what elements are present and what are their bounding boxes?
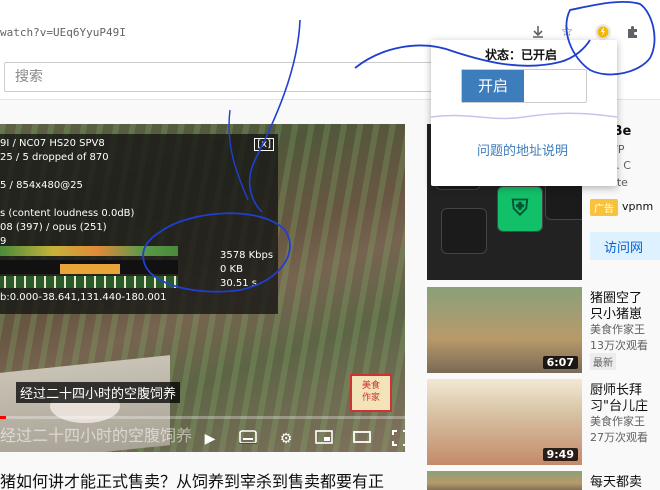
ad-badge: 广告 bbox=[590, 199, 618, 216]
stats-line: 08 (397) / opus (251) bbox=[0, 222, 107, 233]
progress-bar[interactable] bbox=[0, 416, 405, 419]
browser-window: watch?v=UEq6YyuP49I ☆ 搜索 9I / NC07 HS20 … bbox=[0, 0, 660, 490]
buffer-health: 30.51 s bbox=[220, 278, 258, 289]
stats-close-button[interactable]: [x] bbox=[254, 138, 274, 151]
divider-wave bbox=[431, 112, 617, 120]
rec-thumbnail[interactable]: 6:07 bbox=[427, 287, 582, 373]
stats-for-nerds-panel: 9I / NC07 HS20 SPV8 25 / 5 dropped of 87… bbox=[0, 134, 278, 314]
video-title: 猪如何讲才能正式售卖？从饲养到宰杀到售卖都要有正 bbox=[0, 472, 385, 490]
ad-visit-button[interactable]: 访问网 bbox=[590, 232, 660, 260]
ad-url[interactable]: vpnm bbox=[622, 200, 653, 213]
video-watermark-caption: 经过二十四小时的空腹饲养 bbox=[0, 426, 193, 445]
rec-title[interactable]: 每天都卖 bbox=[590, 471, 642, 490]
video-player[interactable]: 9I / NC07 HS20 SPV8 25 / 5 dropped of 87… bbox=[0, 124, 405, 452]
rec-views: 27万次观看 bbox=[590, 431, 648, 444]
channel-stamp-logo: 美食 作家 bbox=[350, 374, 392, 412]
extension-popup: 状态：已开启 开启 问题的地址说明 bbox=[431, 40, 617, 186]
settings-gear-icon[interactable]: ⚙ bbox=[276, 430, 296, 448]
duration-badge: 6:07 bbox=[542, 356, 578, 369]
duration-badge: 9:49 bbox=[542, 448, 578, 461]
subtitles-icon[interactable] bbox=[238, 430, 258, 448]
rec-title[interactable]: 只小猪崽 bbox=[590, 303, 642, 322]
star-icon[interactable]: ☆ bbox=[557, 22, 577, 42]
connection-speed: 3578 Kbps bbox=[220, 250, 274, 261]
extension-active-icon[interactable] bbox=[593, 22, 613, 42]
new-badge: 最新 bbox=[590, 353, 616, 370]
enable-toggle[interactable]: 开启 bbox=[461, 69, 587, 103]
stats-line: s (content loudness 0.0dB) bbox=[0, 208, 135, 219]
shield-key-icon: ⛨ bbox=[497, 186, 543, 232]
toggle-on-label[interactable]: 开启 bbox=[462, 70, 524, 102]
graph-band bbox=[0, 246, 178, 256]
graph-band bbox=[0, 276, 178, 288]
rec-views: 13万次观看 bbox=[590, 339, 648, 352]
video-caption: 经过二十四小时的空腹饲养 bbox=[16, 382, 181, 403]
stats-line: b:0.000-38.641,131.440-180.001 bbox=[0, 292, 167, 303]
download-icon[interactable] bbox=[528, 22, 548, 42]
fullscreen-icon[interactable] bbox=[390, 430, 405, 448]
rec-thumbnail[interactable] bbox=[427, 471, 582, 490]
player-controls: ▶ ⚙ bbox=[200, 430, 405, 450]
stats-graph bbox=[0, 246, 178, 290]
url-text[interactable]: watch?v=UEq6YyuP49I bbox=[0, 26, 126, 39]
autoplay-toggle-icon[interactable]: ▶ bbox=[200, 430, 220, 448]
stats-line: 25 / 5 dropped of 870 bbox=[0, 152, 109, 163]
rec-title[interactable]: 习"台儿庄 bbox=[590, 395, 648, 414]
rec-thumbnail[interactable]: 9:49 bbox=[427, 379, 582, 465]
theater-mode-icon[interactable] bbox=[352, 430, 372, 448]
rec-channel[interactable]: 美食作家王 bbox=[590, 321, 645, 337]
status-text: 状态：已开启 bbox=[485, 48, 558, 62]
graph-band bbox=[0, 260, 178, 274]
rec-channel[interactable]: 美食作家王 bbox=[590, 413, 645, 429]
puzzle-icon[interactable] bbox=[623, 22, 643, 42]
stats-line: 9I / NC07 HS20 SPV8 bbox=[0, 138, 105, 149]
issue-address-link[interactable]: 问题的地址说明 bbox=[477, 140, 568, 159]
network-activity: 0 KB bbox=[220, 264, 243, 275]
stats-line: 5 / 854x480@25 bbox=[0, 180, 83, 191]
miniplayer-icon[interactable] bbox=[314, 430, 334, 448]
